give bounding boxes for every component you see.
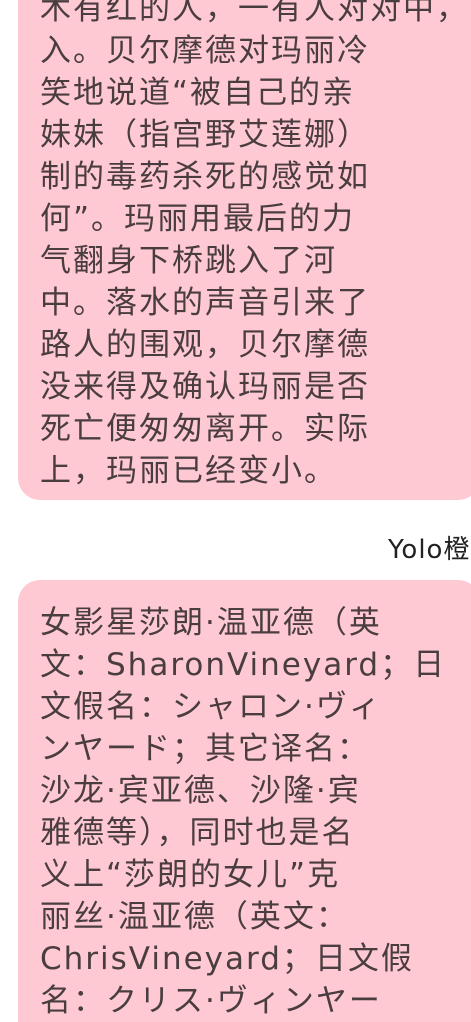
- message-line: 上，玛丽已经变小。: [40, 453, 337, 489]
- message-line: 路人的围观，贝尔摩德: [40, 327, 370, 363]
- message-line: 何”。玛丽用最后的力: [40, 201, 356, 237]
- message-line: 木有红的人，一有人对对中，: [40, 0, 469, 27]
- message-line: 没来得及确认玛丽是否: [40, 369, 370, 405]
- message-line: 中。落水的声音引来了: [40, 285, 370, 321]
- message-line: 名：クリス·ヴィンヤー: [40, 983, 382, 1019]
- message-line: 笑地说道“被自己的亲: [40, 75, 356, 111]
- message-line: ンヤード；其它译名：: [40, 731, 370, 767]
- message-bubble[interactable]: 木有红的人，一有人对对中， 入。贝尔摩德对玛丽冷 笑地说道“被自己的亲 妹妹（指…: [18, 0, 471, 500]
- message-line: 文假名：シャロン·ヴィ: [40, 689, 382, 725]
- message-line: 雅德等），同时也是名: [40, 815, 355, 851]
- message-line: 入。贝尔摩德对玛丽冷: [40, 33, 370, 69]
- message-line: 女影星莎朗·温亚德（英: [40, 605, 382, 641]
- message-line: 义上“莎朗的女儿”克: [40, 857, 341, 893]
- message-line: 妹妹（指宫野艾莲娜）: [40, 117, 370, 153]
- message-line: 死亡便匆匆离开。实际: [40, 411, 370, 447]
- sender-name[interactable]: Yolo橙: [388, 532, 470, 568]
- message-line: 文：SharonVineyard；日: [40, 647, 447, 683]
- message-line: 气翻身下桥跳入了河: [40, 243, 337, 279]
- message-bubble[interactable]: 女影星莎朗·温亚德（英 文：SharonVineyard；日 文假名：シャロン·…: [18, 580, 471, 1022]
- message-line: 丽丝·温亚德（英文：: [40, 899, 349, 935]
- message-line: ChrisVineyard；日文假: [40, 941, 414, 977]
- message-line: 沙龙·宾亚德、沙隆·宾: [40, 773, 361, 809]
- chat-screen: 木有红的人，一有人对对中， 入。贝尔摩德对玛丽冷 笑地说道“被自己的亲 妹妹（指…: [0, 0, 471, 1022]
- message-line: 制的毒药杀死的感觉如: [40, 159, 370, 195]
